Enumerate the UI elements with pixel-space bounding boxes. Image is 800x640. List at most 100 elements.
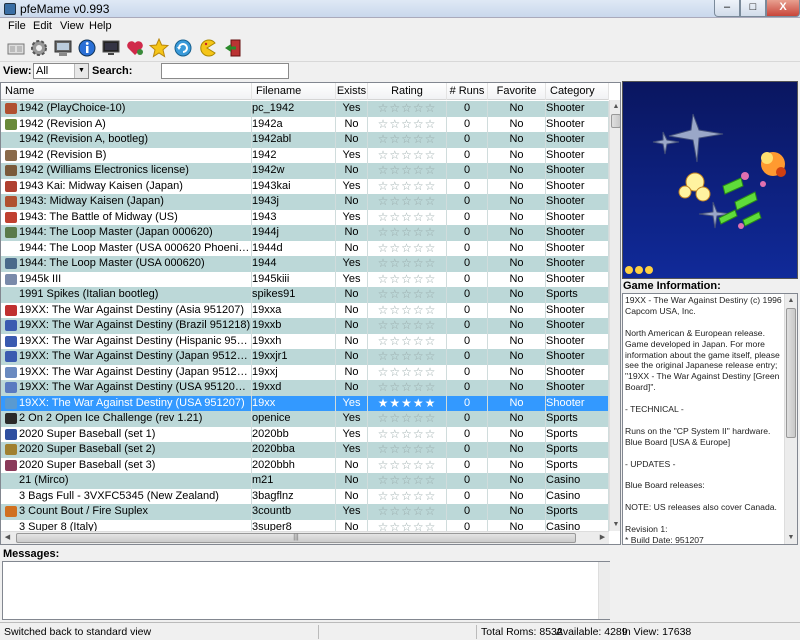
table-row[interactable]: 19XX: The War Against Destiny (Japan 951… (1, 364, 609, 380)
scroll-up-icon[interactable]: ▲ (610, 100, 620, 113)
exit-icon[interactable] (223, 38, 243, 58)
rating-stars[interactable]: ☆☆☆☆☆ (378, 225, 437, 239)
rating-stars[interactable]: ☆☆☆☆☆ (378, 163, 437, 177)
info-icon[interactable] (77, 38, 97, 58)
rating-stars[interactable]: ☆☆☆☆☆ (378, 179, 437, 193)
table-row[interactable]: 1942 (Revision A, bootleg) 1942abl No ☆☆☆☆☆… (1, 132, 609, 148)
rating-stars[interactable]: ☆☆☆☆☆ (378, 194, 437, 208)
cell-runs: 0 (447, 488, 488, 504)
scroll-down-icon[interactable]: ▼ (785, 531, 797, 544)
table-row[interactable]: 1944: The Loop Master (Japan 000620) 1944… (1, 225, 609, 241)
rating-stars[interactable]: ☆☆☆☆☆ (378, 132, 437, 146)
rating-stars[interactable]: ☆☆☆☆☆ (378, 334, 437, 348)
menu-edit[interactable]: Edit (33, 20, 52, 32)
scroll-right-icon[interactable]: ▶ (596, 532, 609, 544)
cell-favorite: No (488, 163, 546, 179)
table-row[interactable]: 1943: The Battle of Midway (US) 1943 Yes ☆☆… (1, 209, 609, 225)
maximize-button[interactable]: □ (740, 0, 766, 17)
pacman-icon[interactable] (197, 38, 217, 58)
menu-view[interactable]: View (60, 20, 84, 32)
game-info-scrollbar[interactable]: ▲ ▼ (784, 294, 797, 544)
table-row[interactable]: 19XX: The War Against Destiny (Japan 951… (1, 349, 609, 365)
rating-stars[interactable]: ☆☆☆☆☆ (378, 117, 437, 131)
rating-stars[interactable]: ☆☆☆☆☆ (378, 148, 437, 162)
rating-stars[interactable]: ☆☆☆☆☆ (378, 241, 437, 255)
settings-icon[interactable] (29, 38, 49, 58)
monitor-icon[interactable] (101, 38, 121, 58)
list-horizontal-scrollbar[interactable]: ◀ ||| ▶ (1, 531, 609, 544)
table-row[interactable]: 21 (Mirco) m21 No ☆☆☆☆☆ 0 No Casino (1, 473, 609, 489)
messages-box[interactable] (2, 561, 610, 620)
rating-stars[interactable]: ☆☆☆☆☆ (378, 504, 437, 518)
rating-stars[interactable]: ☆☆☆☆☆ (378, 473, 437, 487)
cell-rating: ☆☆☆☆☆ (368, 488, 447, 504)
scroll-left-icon[interactable]: ◀ (1, 532, 14, 544)
open-icon[interactable] (6, 38, 26, 58)
close-button[interactable]: X (766, 0, 800, 17)
refresh-icon[interactable] (173, 38, 193, 58)
table-row[interactable]: 1943: Midway Kaisen (Japan) 1943j No ☆☆☆☆☆ 0… (1, 194, 609, 210)
table-row[interactable]: 1942 (PlayChoice-10) pc_1942 Yes ☆☆☆☆☆ 0 No Sh… (1, 101, 609, 117)
rating-stars[interactable]: ☆☆☆☆☆ (378, 411, 437, 425)
column-name[interactable]: Name (1, 83, 252, 100)
rating-stars[interactable]: ☆☆☆☆☆ (378, 380, 437, 394)
rating-stars[interactable]: ☆☆☆☆☆ (378, 287, 437, 301)
column-exists[interactable]: Exists (336, 83, 368, 100)
column-category[interactable]: Category (546, 83, 609, 100)
table-row[interactable]: 1944: The Loop Master (USA 000620) 1944 Ye… (1, 256, 609, 272)
table-row[interactable]: 19XX: The War Against Destiny (USA 95120… (1, 380, 609, 396)
table-row[interactable]: 1944: The Loop Master (USA 000620 Phoeni… (1, 240, 609, 256)
scroll-thumb[interactable] (786, 308, 796, 438)
menu-help[interactable]: Help (89, 20, 112, 32)
rating-stars[interactable]: ☆☆☆☆☆ (378, 210, 437, 224)
search-input[interactable] (161, 63, 289, 79)
rating-stars[interactable]: ☆☆☆☆☆ (378, 458, 437, 472)
table-row[interactable]: 1945k III 1945kiii Yes ☆☆☆☆☆ 0 No Shooter (1, 271, 609, 287)
table-row[interactable]: 1942 (Williams Electronics license) 1942w… (1, 163, 609, 179)
table-row[interactable]: 2020 Super Baseball (set 1) 2020bb Yes ☆☆☆☆… (1, 426, 609, 442)
table-row[interactable]: 1942 (Revision A) 1942a No ☆☆☆☆☆ 0 No Shooter (1, 116, 609, 132)
list-vertical-scrollbar[interactable]: ▲ ▼ (609, 100, 620, 531)
rating-stars[interactable]: ☆☆☆☆☆ (378, 442, 437, 456)
rating-stars[interactable]: ☆☆☆☆☆ (378, 427, 437, 441)
table-row[interactable]: 2020 Super Baseball (set 3) 2020bbh No ☆☆☆☆… (1, 457, 609, 473)
rating-stars[interactable]: ☆☆☆☆☆ (378, 256, 437, 270)
rating-stars[interactable]: ☆☆☆☆☆ (378, 318, 437, 332)
table-row[interactable]: 3 Bags Full - 3VXFC5345 (New Zealand) 3ba… (1, 488, 609, 504)
rating-stars[interactable]: ☆☆☆☆☆ (378, 365, 437, 379)
column-favorite[interactable]: Favorite (488, 83, 546, 100)
rating-stars[interactable]: ☆☆☆☆☆ (378, 349, 437, 363)
column-rating[interactable]: Rating (368, 83, 447, 100)
rating-stars[interactable]: ★★★★★ (378, 396, 437, 410)
game-icon (5, 149, 17, 161)
rating-stars[interactable]: ☆☆☆☆☆ (378, 272, 437, 286)
rating-stars[interactable]: ☆☆☆☆☆ (378, 489, 437, 503)
table-row-selected[interactable]: 19XX: The War Against Destiny (USA 95120… (1, 395, 609, 411)
table-row[interactable]: 1991 Spikes (Italian bootleg) spikes91 No ☆… (1, 287, 609, 303)
table-row[interactable]: 19XX: The War Against Destiny (Asia 9512… (1, 302, 609, 318)
column-filename[interactable]: Filename (252, 83, 336, 100)
table-row[interactable]: 1943 Kai: Midway Kaisen (Japan) 1943kai Ye… (1, 178, 609, 194)
computer-icon[interactable] (53, 38, 73, 58)
column-runs[interactable]: # Runs (447, 83, 488, 100)
table-row[interactable]: 1942 (Revision B) 1942 Yes ☆☆☆☆☆ 0 No Shooter (1, 147, 609, 163)
cell-favorite: No (488, 488, 546, 504)
table-row[interactable]: 2020 Super Baseball (set 2) 2020bba Yes ☆☆☆… (1, 442, 609, 458)
scroll-thumb[interactable] (611, 114, 620, 128)
messages-scrollbar[interactable] (598, 562, 610, 619)
table-row[interactable]: 19XX: The War Against Destiny (Brazil 95… (1, 318, 609, 334)
menu-file[interactable]: File (8, 20, 26, 32)
star-icon[interactable] (149, 38, 169, 58)
scroll-up-icon[interactable]: ▲ (785, 294, 797, 307)
table-row[interactable]: 19XX: The War Against Destiny (Hispanic … (1, 333, 609, 349)
minimize-button[interactable]: – (714, 0, 740, 17)
chevron-down-icon[interactable]: ▼ (74, 64, 88, 78)
rating-stars[interactable]: ☆☆☆☆☆ (378, 303, 437, 317)
table-row[interactable]: 2 On 2 Open Ice Challenge (rev 1.21) open… (1, 411, 609, 427)
scroll-down-icon[interactable]: ▼ (610, 518, 620, 531)
hearts-icon[interactable] (125, 38, 145, 58)
table-row[interactable]: 3 Count Bout / Fire Suplex 3countb Yes ☆☆☆☆… (1, 504, 609, 520)
hscroll-thumb[interactable]: ||| (16, 533, 576, 543)
rating-stars[interactable]: ☆☆☆☆☆ (378, 101, 437, 115)
view-select[interactable]: All ▼ (33, 63, 89, 79)
